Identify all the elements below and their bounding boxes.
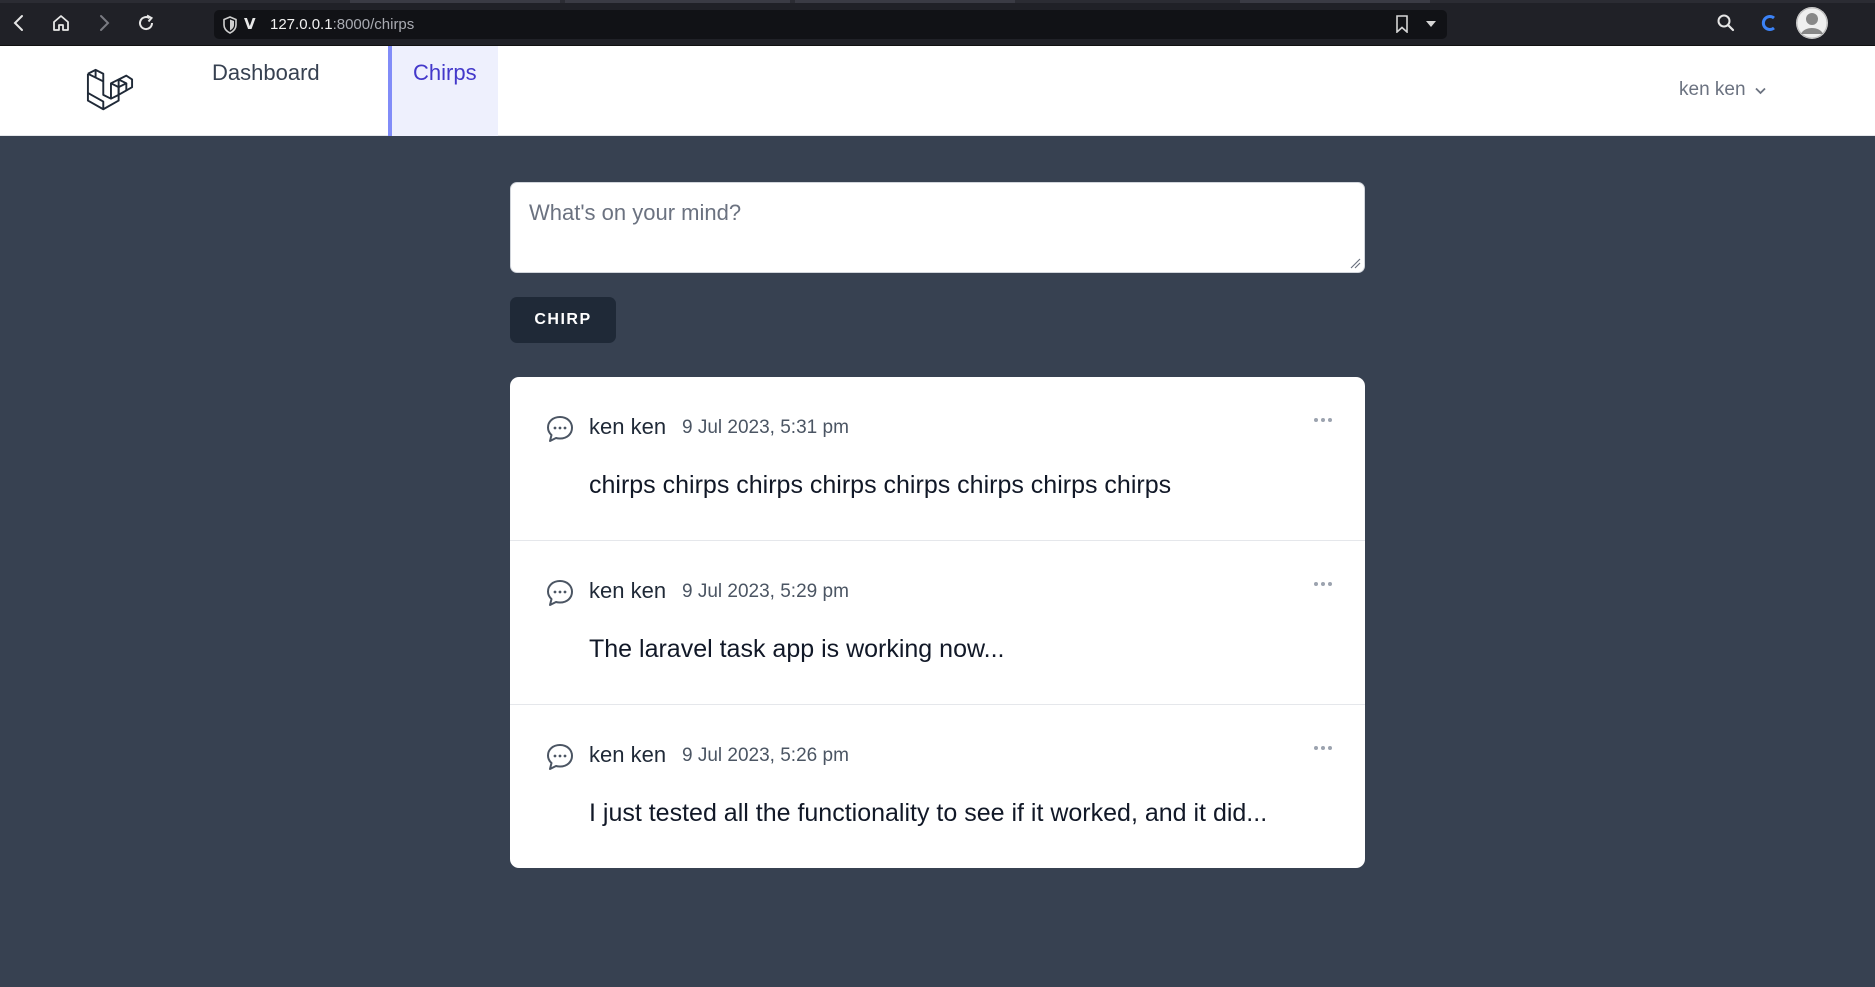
reload-icon	[139, 14, 154, 31]
chirp-message: chirps chirps chirps chirps chirps chirp…	[589, 471, 1172, 499]
profile-avatar[interactable]	[1796, 7, 1828, 39]
chirp-item: ken ken 9 Jul 2023, 5:26 pm I just teste…	[510, 705, 1365, 868]
search-icon[interactable]	[1716, 13, 1736, 33]
url-text: 127.0.0.1:8000/chirps	[270, 16, 415, 33]
ellipsis-icon	[1314, 746, 1332, 750]
tab-strip	[0, 0, 1875, 3]
extension-c-icon[interactable]	[1759, 12, 1779, 34]
app-navigation: Dashboard Chirps ken ken	[0, 46, 1875, 136]
chirp-composer	[510, 182, 1365, 273]
user-name: ken ken	[1679, 79, 1746, 100]
shield-icon	[223, 16, 237, 34]
chevron-right-icon	[100, 15, 110, 31]
chirp-submit-button[interactable]: CHIRP	[510, 297, 616, 343]
chirp-item: ken ken 9 Jul 2023, 5:29 pm The laravel …	[510, 541, 1365, 705]
chirp-options-button[interactable]	[1310, 574, 1336, 594]
resize-grip-icon[interactable]	[1350, 258, 1361, 269]
laravel-logo[interactable]	[86, 66, 134, 116]
chirp-timestamp: 9 Jul 2023, 5:26 pm	[682, 745, 849, 766]
home-icon	[53, 15, 69, 31]
chevron-left-icon	[13, 15, 23, 31]
chirp-item: ken ken 9 Jul 2023, 5:31 pm chirps chirp…	[510, 377, 1365, 541]
chat-bubble-icon	[547, 416, 573, 442]
chirp-timestamp: 9 Jul 2023, 5:29 pm	[682, 581, 849, 602]
chirp-options-button[interactable]	[1310, 738, 1336, 758]
home-button[interactable]	[48, 10, 74, 36]
ellipsis-icon	[1314, 582, 1332, 586]
chat-bubble-icon	[547, 580, 573, 606]
back-button[interactable]	[6, 10, 32, 36]
chirp-feed: ken ken 9 Jul 2023, 5:31 pm chirps chirp…	[510, 377, 1365, 868]
chirp-message: I just tested all the functionality to s…	[589, 799, 1268, 827]
chirp-author: ken ken	[589, 742, 667, 767]
chirp-author: ken ken	[589, 578, 667, 603]
message-textarea[interactable]	[511, 183, 1364, 272]
forward-button[interactable]	[91, 10, 117, 36]
dropdown-caret-icon[interactable]	[1425, 18, 1437, 30]
address-bar[interactable]: V 127.0.0.1:8000/chirps	[214, 10, 1447, 39]
user-icon	[1796, 7, 1828, 39]
chirp-timestamp: 9 Jul 2023, 5:31 pm	[682, 417, 849, 438]
browser-toolbar: V 127.0.0.1:8000/chirps	[0, 0, 1875, 46]
chevron-down-icon	[1754, 87, 1766, 94]
chirp-options-button[interactable]	[1310, 410, 1336, 430]
user-menu-dropdown[interactable]: ken ken	[1679, 79, 1767, 101]
vivaldi-icon: V	[244, 15, 256, 33]
ellipsis-icon	[1314, 418, 1332, 422]
chat-bubble-icon	[547, 744, 573, 770]
reload-button[interactable]	[133, 10, 159, 36]
nav-link-chirps[interactable]: Chirps	[388, 46, 498, 136]
chirp-author: ken ken	[589, 414, 667, 439]
chirp-message: The laravel task app is working now...	[589, 635, 1005, 663]
nav-link-dashboard[interactable]: Dashboard	[212, 46, 320, 136]
bookmark-icon[interactable]	[1395, 15, 1409, 33]
